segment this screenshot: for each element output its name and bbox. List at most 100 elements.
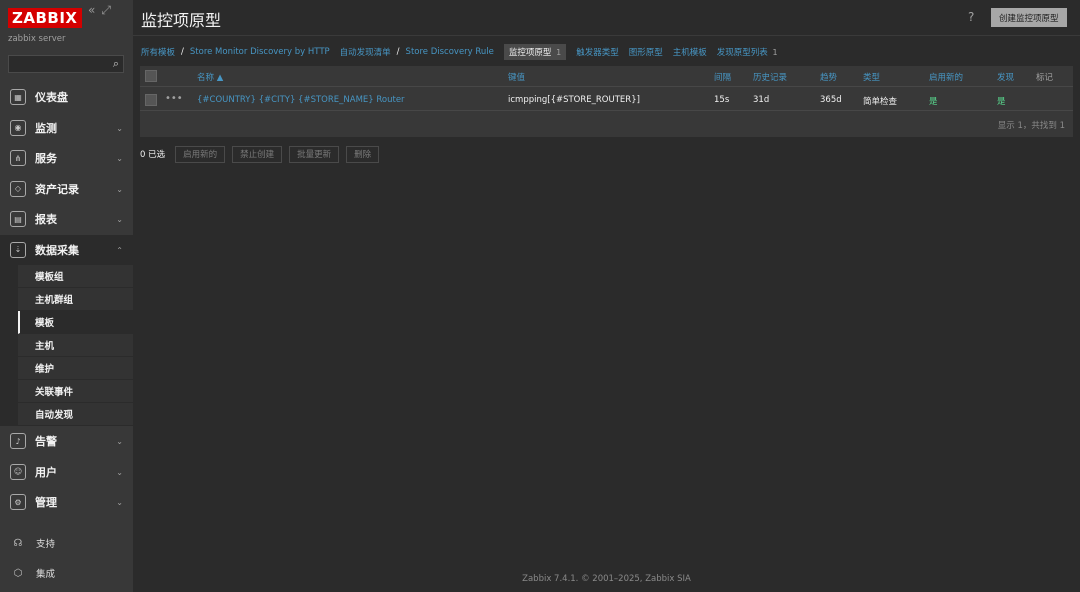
tab-host-templates[interactable]: 主机模板 <box>673 46 707 58</box>
menu-item-label: 报表 <box>35 213 57 227</box>
logo-row: ZABBIX <box>8 8 82 30</box>
tab-label: 监控项原型 <box>508 47 552 58</box>
chevron-down-icon: ⌄ <box>116 215 123 224</box>
double-chevron-left-icon[interactable]: « <box>88 3 95 17</box>
tab-count: 1 <box>556 47 562 57</box>
column-discover[interactable]: 发现 <box>997 71 1014 83</box>
submenu-item-host-groups[interactable]: 主机群组 <box>18 288 133 311</box>
column-name[interactable]: 名称 ▲ <box>197 71 223 83</box>
column-key[interactable]: 键值 <box>508 71 525 83</box>
integrations-label: 集成 <box>36 569 56 580</box>
create-item-prototype-button[interactable]: 创建监控项原型 <box>991 8 1067 27</box>
column-history[interactable]: 历史记录 <box>753 71 787 83</box>
create-enabled-toggle[interactable]: 是 <box>929 95 938 107</box>
menu-item-label: 资产记录 <box>35 182 79 196</box>
column-trends[interactable]: 趋势 <box>820 71 837 83</box>
integrations-icon: ⬡ <box>13 567 23 579</box>
delete-button[interactable]: 删除 <box>346 145 380 163</box>
sidebar-bottom-links: ☊ 支持 ⬡ 集成 <box>0 528 133 588</box>
submenu-item-event-correlation[interactable]: 关联事件 <box>18 380 133 403</box>
main-content: 监控项原型 ? 创建监控项原型 所有模板 / Store Monitor Dis… <box>133 0 1080 592</box>
search-input[interactable]: ⌕ <box>8 55 124 73</box>
tab-count: 1 <box>772 47 778 57</box>
tab-label: 发现原型列表 <box>716 47 768 58</box>
menu-item-reports[interactable]: ▤ 报表 ⌄ <box>0 204 133 235</box>
submenu-item-hosts[interactable]: 主机 <box>18 334 133 357</box>
menu-item-inventory[interactable]: ◇ 资产记录 ⌄ <box>0 174 133 205</box>
chevron-up-icon: ⌃ <box>116 245 123 255</box>
item-prototype-interval: 15s <box>714 95 730 105</box>
breadcrumb-separator: / <box>396 46 400 57</box>
tab-graph-prototypes[interactable]: 图形原型 <box>629 46 663 58</box>
create-enabled-button[interactable]: 启用新的 <box>175 145 226 163</box>
discover-toggle[interactable]: 是 <box>997 95 1006 107</box>
alerts-icon: ♪ <box>10 433 26 450</box>
support-icon: ☊ <box>13 537 23 549</box>
column-interval[interactable]: 间隔 <box>714 71 731 83</box>
tab-trigger-prototypes[interactable]: 触发器类型 <box>576 46 619 58</box>
item-prototype-key: icmpping[{#STORE_ROUTER}] <box>508 95 640 105</box>
menu-item-data-collection[interactable]: ⇣ 数据采集 ⌃ <box>0 234 133 265</box>
create-disabled-button[interactable]: 禁止创建 <box>232 145 283 163</box>
sidebar-controls: «⤢ <box>88 3 117 18</box>
more-options-icon[interactable]: ••• <box>165 93 183 104</box>
menu-item-monitoring[interactable]: ◉ 监测 ⌄ <box>0 113 133 144</box>
item-prototype-trends: 365d <box>820 95 842 105</box>
table-row: ••• {#COUNTRY} {#CITY} {#STORE_NAME} Rou… <box>140 89 1073 111</box>
page-footer: Zabbix 7.4.1. © 2001–2025, Zabbix SIA <box>522 574 691 584</box>
breadcrumb-all-templates[interactable]: 所有模板 <box>141 46 175 58</box>
inventory-icon: ◇ <box>10 180 26 197</box>
kiosk-mode-icon[interactable]: ⤢ <box>101 3 111 17</box>
dashboard-icon: ▦ <box>10 89 26 106</box>
submenu-item-templates[interactable]: 模板 <box>18 311 133 334</box>
breadcrumb-separator: / <box>181 46 184 57</box>
menu-item-users[interactable]: ☺ 用户 ⌄ <box>0 457 133 488</box>
integrations-link[interactable]: ⬡ 集成 <box>0 558 133 588</box>
submenu-item-discovery[interactable]: 自动发现 <box>18 403 133 426</box>
server-name: zabbix server <box>8 34 66 44</box>
item-prototype-name[interactable]: {#COUNTRY} {#CITY} {#STORE_NAME} Router <box>197 95 405 105</box>
menu-item-administration[interactable]: ⚙ 管理 ⌄ <box>0 487 133 518</box>
menu-item-label: 告警 <box>35 435 57 449</box>
chevron-down-icon: ⌄ <box>116 437 123 446</box>
menu-item-services[interactable]: ⋔ 服务 ⌄ <box>0 143 133 174</box>
mass-update-button[interactable]: 批量更新 <box>289 145 340 163</box>
menu-item-label: 数据采集 <box>35 243 79 257</box>
services-icon: ⋔ <box>10 150 26 167</box>
menu-item-alerts[interactable]: ♪ 告警 ⌄ <box>0 426 133 457</box>
breadcrumb-discovery-list[interactable]: 自动发现清单 <box>340 46 391 58</box>
tab-item-prototypes[interactable]: 监控项原型 1 <box>503 43 567 60</box>
monitoring-icon: ◉ <box>10 119 26 136</box>
breadcrumb-discovery-rule[interactable]: Store Discovery Rule <box>406 47 494 57</box>
chevron-down-icon: ⌄ <box>116 123 123 133</box>
item-prototype-type: 简单检查 <box>863 97 898 107</box>
zabbix-logo[interactable]: ZABBIX <box>8 8 82 28</box>
chevron-down-icon: ⌄ <box>116 184 123 194</box>
row-checkbox[interactable] <box>145 94 157 106</box>
table-paging-info: 显示 1，共找到 1 <box>997 121 1065 131</box>
menu-item-label: 用户 <box>35 465 57 479</box>
breadcrumb: 所有模板 / Store Monitor Discovery by HTTP 自… <box>141 43 788 60</box>
menu-item-label: 服务 <box>35 152 57 166</box>
column-tags: 标记 <box>1036 73 1054 83</box>
submenu-item-maintenance[interactable]: 维护 <box>18 357 133 380</box>
selected-count: 0 已选 <box>140 150 166 160</box>
table-header: 名称 ▲ 键值 间隔 历史记录 趋势 类型 启用新的 发现 标记 <box>140 66 1073 87</box>
menu-item-label: 监测 <box>35 121 57 135</box>
search-icon[interactable]: ⌕ <box>113 57 119 71</box>
sidebar: ZABBIX «⤢ zabbix server ⌕ ▦ 仪表盘 ◉ 监测 ⌄ ⋔… <box>0 0 133 592</box>
support-link[interactable]: ☊ 支持 <box>0 528 133 558</box>
item-prototypes-table: 名称 ▲ 键值 间隔 历史记录 趋势 类型 启用新的 发现 标记 ••• {#C… <box>140 66 1073 137</box>
menu-item-dashboard[interactable]: ▦ 仪表盘 <box>0 82 133 113</box>
column-create-enabled[interactable]: 启用新的 <box>929 71 963 83</box>
mass-actions: 0 已选 启用新的 禁止创建 批量更新 删除 <box>140 145 386 163</box>
breadcrumb-template[interactable]: Store Monitor Discovery by HTTP <box>190 47 330 57</box>
menu-item-label: 管理 <box>35 496 57 510</box>
chevron-down-icon: ⌄ <box>116 498 123 507</box>
tab-discovery-prototypes[interactable]: 发现原型列表 1 <box>717 46 778 58</box>
column-type[interactable]: 类型 <box>863 71 880 83</box>
page-title: 监控项原型 <box>141 11 222 30</box>
select-all-checkbox[interactable] <box>145 70 157 82</box>
submenu-item-template-groups[interactable]: 模板组 <box>18 265 133 288</box>
help-icon[interactable]: ? <box>968 10 974 24</box>
